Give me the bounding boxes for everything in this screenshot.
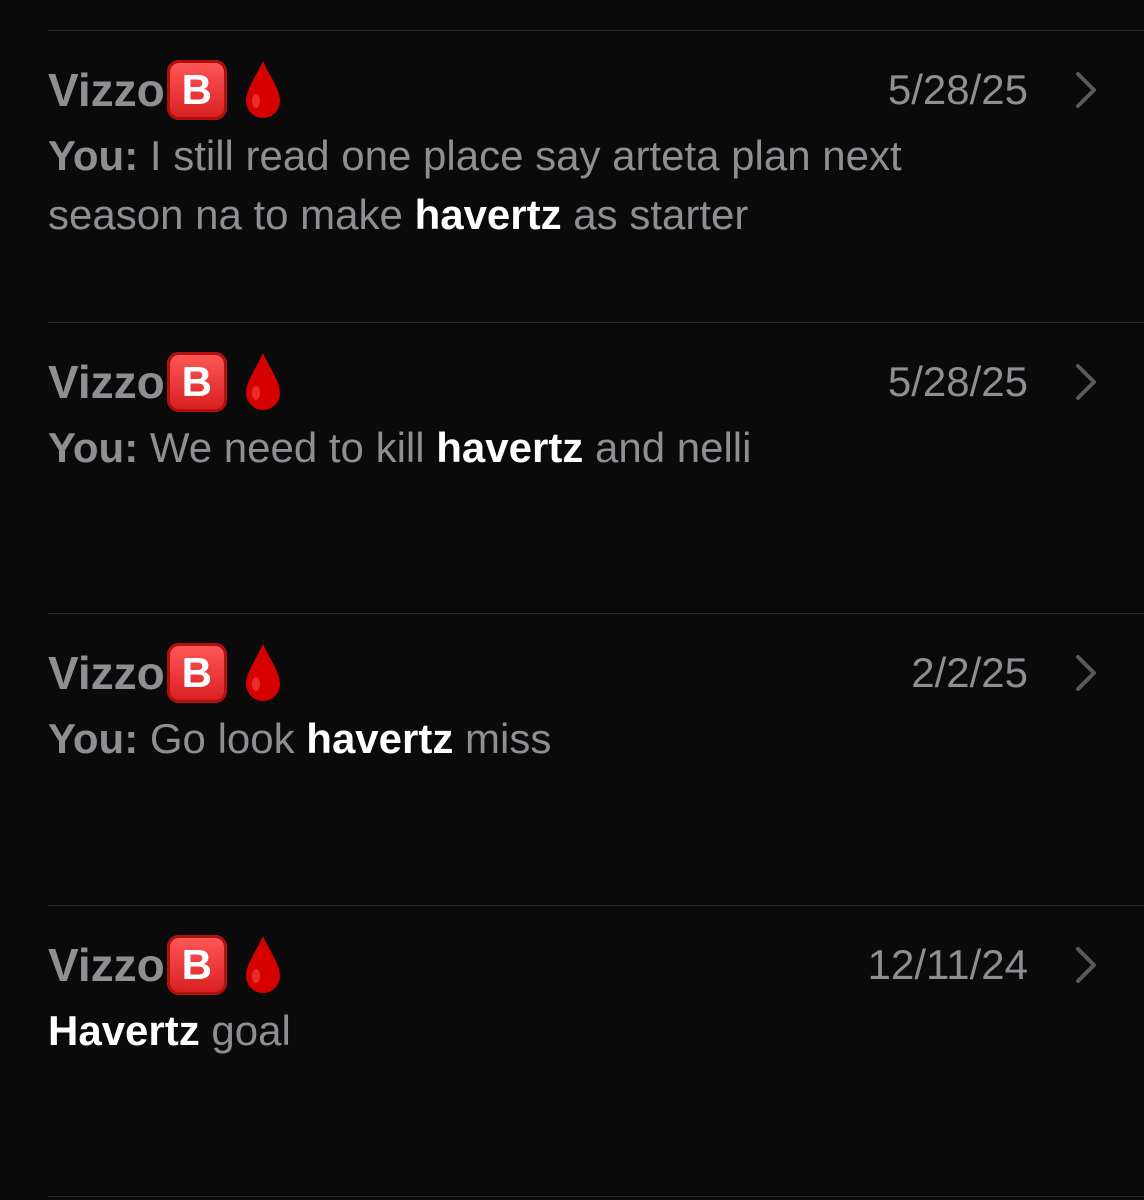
preview-text: as starter [561, 191, 749, 238]
b-button-emoji: B [166, 60, 227, 120]
search-results-list: Vizzo B 5/28/25 You: I still read one pl… [0, 0, 1144, 1200]
message-preview: You: Go look havertz miss [48, 709, 988, 768]
message-date: 5/28/25 [887, 358, 1028, 405]
message-preview: You: I still read one place say arteta p… [48, 126, 988, 244]
chevron-right-icon[interactable] [1072, 70, 1100, 110]
sender-name: Vizzo [48, 939, 165, 991]
message-date: 2/2/25 [911, 649, 1028, 696]
search-match: havertz [306, 715, 454, 762]
b-button-emoji: B [166, 352, 227, 412]
conversation-header: Vizzo B [48, 58, 283, 122]
search-match: havertz [436, 424, 584, 471]
message-preview: You: We need to kill havertz and nelli [48, 418, 988, 477]
blood-drop-icon [245, 644, 280, 701]
conversation-row[interactable]: Vizzo B 12/11/24 Havertz goal [0, 905, 1144, 1195]
preview-text: We need to kill [138, 424, 437, 471]
conversation-row[interactable]: Vizzo B 5/28/25 You: I still read one pl… [0, 30, 1144, 320]
preview-text: goal [199, 1007, 291, 1054]
message-preview: Havertz goal [48, 1001, 988, 1060]
blood-drop-icon [245, 936, 280, 993]
conversation-header: Vizzo B [48, 933, 283, 997]
sender-name: Vizzo [48, 647, 165, 699]
search-match: Havertz [48, 1007, 200, 1054]
you-prefix: You: [48, 132, 139, 179]
message-date: 5/28/25 [887, 66, 1028, 113]
chevron-right-icon[interactable] [1072, 362, 1100, 402]
you-prefix: You: [48, 715, 139, 762]
blood-drop-icon [245, 61, 280, 118]
conversation-header: Vizzo B [48, 641, 283, 705]
sender-name: Vizzo [48, 356, 165, 408]
you-prefix: You: [48, 424, 139, 471]
preview-text: Go look [138, 715, 307, 762]
conversation-header: Vizzo B [48, 350, 283, 414]
chevron-right-icon[interactable] [1072, 653, 1100, 693]
preview-text: and nelli [583, 424, 752, 471]
sender-name: Vizzo [48, 64, 165, 116]
divider [48, 1196, 1144, 1197]
conversation-row[interactable]: Vizzo B 2/2/25 You: Go look havertz miss [0, 613, 1144, 903]
b-button-emoji: B [166, 643, 227, 703]
message-date: 12/11/24 [867, 941, 1028, 988]
conversation-row[interactable]: Vizzo B 5/28/25 You: We need to kill hav… [0, 322, 1144, 612]
chevron-right-icon[interactable] [1072, 945, 1100, 985]
search-match: havertz [414, 191, 562, 238]
blood-drop-icon [245, 353, 280, 410]
b-button-emoji: B [166, 935, 227, 995]
preview-text: miss [453, 715, 552, 762]
